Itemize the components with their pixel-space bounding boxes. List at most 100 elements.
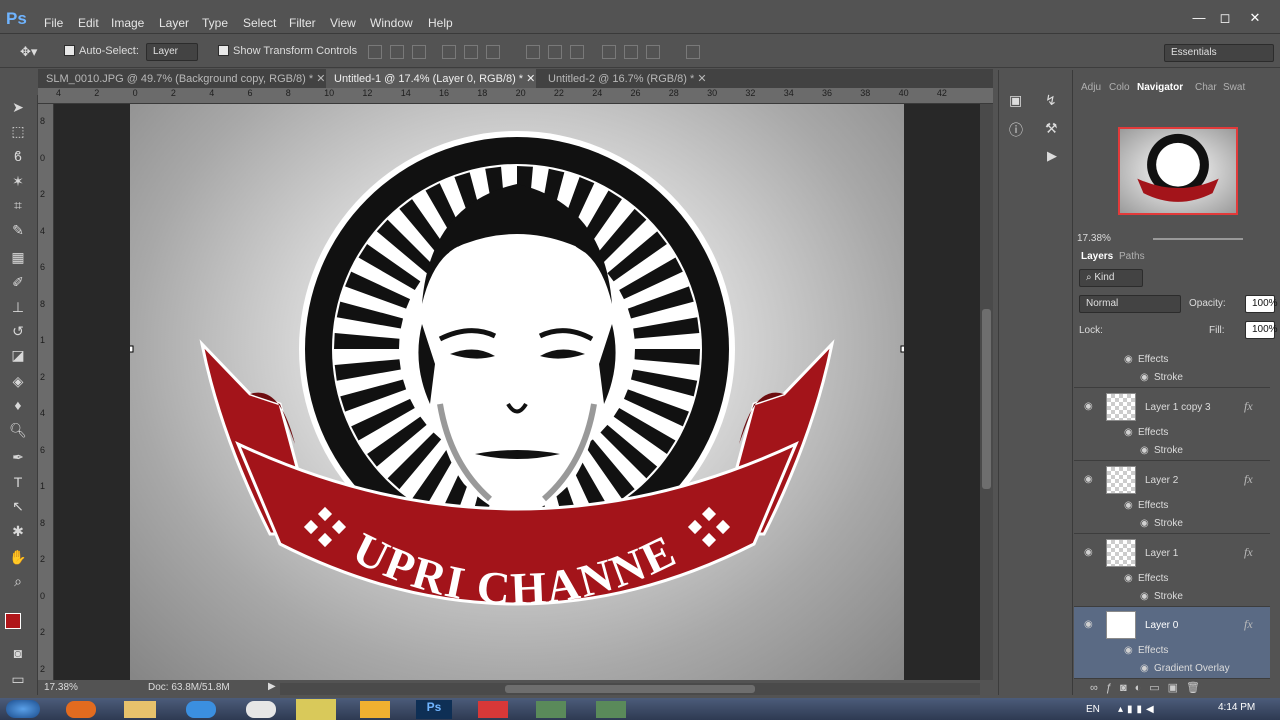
opacity-input[interactable]: 100% bbox=[1245, 295, 1278, 313]
crop-tool-icon[interactable]: ⌗ bbox=[8, 195, 28, 215]
history-icon[interactable]: ↯ bbox=[1045, 92, 1057, 109]
pen-tool-icon[interactable]: ✒ bbox=[8, 447, 28, 467]
visibility-eye-icon[interactable]: ◉ bbox=[1084, 474, 1093, 485]
foreground-color-swatch[interactable] bbox=[5, 613, 21, 629]
visibility-eye-icon[interactable]: ◉ bbox=[1140, 591, 1149, 602]
menu-file[interactable]: File bbox=[44, 16, 63, 30]
tab-layers[interactable]: Layers bbox=[1081, 251, 1113, 262]
pen-app-icon[interactable] bbox=[360, 701, 390, 718]
menu-type[interactable]: Type bbox=[202, 16, 228, 30]
media-player-icon[interactable] bbox=[246, 701, 276, 718]
blend-mode-dropdown[interactable]: Normal bbox=[1079, 295, 1181, 313]
history-brush-tool-icon[interactable]: ↺ bbox=[8, 321, 28, 341]
layer-row[interactable]: ◉ Layer 1 fx ◉ Effects ◉ Stroke bbox=[1074, 535, 1270, 607]
visibility-eye-icon[interactable]: ◉ bbox=[1140, 663, 1149, 674]
magic-wand-tool-icon[interactable]: ✶ bbox=[8, 171, 28, 191]
transform-handle-right[interactable] bbox=[900, 345, 908, 353]
navigator-zoom[interactable]: 17.38% bbox=[1077, 233, 1111, 244]
move-tool-icon[interactable]: ➤ bbox=[8, 97, 28, 117]
zoom-level[interactable]: 17.38% bbox=[44, 682, 78, 693]
visibility-eye-icon[interactable]: ◉ bbox=[1140, 518, 1149, 529]
align-right-icon[interactable] bbox=[486, 45, 500, 59]
clock[interactable]: 4:14 PM bbox=[1218, 702, 1255, 713]
restore-button[interactable]: ◻ bbox=[1214, 10, 1236, 26]
distribute-bottom-icon[interactable] bbox=[570, 45, 584, 59]
fx-icon[interactable]: fx bbox=[1244, 472, 1253, 487]
fx-icon[interactable]: fx bbox=[1244, 545, 1253, 560]
align-bottom-icon[interactable] bbox=[412, 45, 426, 59]
tab-swatches[interactable]: Swat bbox=[1223, 82, 1245, 93]
screen-mode-icon[interactable]: ▭ bbox=[8, 669, 28, 689]
language-indicator[interactable]: EN bbox=[1086, 704, 1100, 715]
visibility-eye-icon[interactable]: ◉ bbox=[1084, 619, 1093, 630]
menu-image[interactable]: Image bbox=[111, 16, 144, 30]
menu-select[interactable]: Select bbox=[243, 16, 276, 30]
scroll-thumb[interactable] bbox=[982, 309, 991, 489]
visibility-eye-icon[interactable]: ◉ bbox=[1140, 372, 1149, 383]
fill-input[interactable]: 100% bbox=[1245, 321, 1278, 339]
layer-name[interactable]: Layer 0 bbox=[1145, 620, 1178, 631]
explorer-folder-icon[interactable] bbox=[124, 701, 156, 718]
visibility-eye-icon[interactable]: ◉ bbox=[1140, 445, 1149, 456]
layer-name[interactable]: Layer 1 copy 3 bbox=[1145, 402, 1211, 413]
path-selection-tool-icon[interactable]: ↖ bbox=[8, 496, 28, 516]
layers-footer-toolbar[interactable]: ∞ƒ◙◐▭▣🗑︎ bbox=[1074, 681, 1270, 695]
stamp-tool-icon[interactable]: ⊥ bbox=[8, 297, 28, 317]
system-tray-icons[interactable]: ▴▮▮◀ bbox=[1118, 704, 1158, 715]
eraser-tool-icon[interactable]: ◪ bbox=[8, 345, 28, 365]
menu-edit[interactable]: Edit bbox=[78, 16, 99, 30]
align-hcenter-icon[interactable] bbox=[464, 45, 478, 59]
align-vcenter-icon[interactable] bbox=[390, 45, 404, 59]
menu-view[interactable]: View bbox=[330, 16, 356, 30]
visibility-eye-icon[interactable]: ◉ bbox=[1084, 547, 1093, 558]
photoshop-taskbar-icon[interactable]: Ps bbox=[416, 700, 452, 719]
presentation-icon[interactable] bbox=[478, 701, 508, 718]
actions-play-icon[interactable]: ▶ bbox=[1047, 148, 1057, 164]
layer-name[interactable]: Layer 1 bbox=[1145, 548, 1178, 559]
menu-help[interactable]: Help bbox=[428, 16, 453, 30]
tab-color[interactable]: Colo bbox=[1109, 82, 1130, 93]
healing-brush-tool-icon[interactable]: ▦ bbox=[8, 247, 28, 267]
tab-navigator[interactable]: Navigator bbox=[1137, 82, 1183, 93]
vertical-scrollbar[interactable] bbox=[980, 104, 993, 680]
align-top-icon[interactable] bbox=[368, 45, 382, 59]
visibility-eye-icon[interactable]: ◉ bbox=[1084, 401, 1093, 412]
transform-handle-left[interactable] bbox=[126, 345, 134, 353]
firefox-icon[interactable] bbox=[66, 701, 96, 718]
shape-tool-icon[interactable]: ✱ bbox=[8, 521, 28, 541]
auto-align-icon[interactable] bbox=[686, 45, 700, 59]
close-icon[interactable]: ✕ bbox=[526, 73, 535, 85]
brush-tool-icon[interactable]: ✐ bbox=[8, 272, 28, 292]
eyedropper-tool-icon[interactable]: ✎ bbox=[8, 220, 28, 240]
histogram-icon[interactable]: ▣ bbox=[1009, 92, 1022, 109]
minimize-button[interactable]: — bbox=[1188, 10, 1210, 26]
canvas-document[interactable]: SUPRI CHANNEL bbox=[114, 63, 908, 680]
layer-filter-kind[interactable]: ⌕ Kind bbox=[1079, 269, 1143, 287]
visibility-eye-icon[interactable]: ◉ bbox=[1124, 354, 1133, 365]
tool-presets-icon[interactable]: ⚒ bbox=[1045, 120, 1058, 137]
distribute-right-icon[interactable] bbox=[646, 45, 660, 59]
distribute-top-icon[interactable] bbox=[526, 45, 540, 59]
tab-paths[interactable]: Paths bbox=[1119, 251, 1145, 262]
lasso-tool-icon[interactable]: ϐ bbox=[8, 146, 28, 166]
menu-window[interactable]: Window bbox=[370, 16, 413, 30]
auto-select-dropdown[interactable]: Layer bbox=[146, 43, 198, 61]
visibility-eye-icon[interactable]: ◉ bbox=[1124, 573, 1133, 584]
status-menu-arrow-icon[interactable]: ▶ bbox=[268, 681, 276, 692]
hand-tool-icon[interactable]: ✋ bbox=[8, 547, 28, 567]
visibility-eye-icon[interactable]: ◉ bbox=[1124, 645, 1133, 656]
layer-row-selected[interactable]: ◉ Layer 0 fx ◉ Effects ◉ Gradient Overla… bbox=[1074, 607, 1270, 679]
tab-slm-0010[interactable]: SLM_0010.JPG @ 49.7% (Background copy, R… bbox=[38, 69, 325, 88]
menu-layer[interactable]: Layer bbox=[159, 16, 189, 30]
fx-icon[interactable]: fx bbox=[1244, 617, 1253, 632]
horizontal-scrollbar[interactable] bbox=[280, 683, 980, 695]
quick-mask-icon[interactable]: ◙ bbox=[8, 643, 28, 663]
distribute-left-icon[interactable] bbox=[602, 45, 616, 59]
dodge-tool-icon[interactable]: 🔍︎ bbox=[8, 420, 28, 440]
scroll-thumb[interactable] bbox=[505, 685, 755, 693]
marquee-tool-icon[interactable]: ⬚ bbox=[8, 121, 28, 141]
align-left-icon[interactable] bbox=[442, 45, 456, 59]
visibility-eye-icon[interactable]: ◉ bbox=[1124, 500, 1133, 511]
layer-row[interactable]: ◉ Layer 1 copy 3 fx ◉ Effects ◉ Stroke bbox=[1074, 389, 1270, 461]
transform-controls-checkbox[interactable]: Show Transform Controls bbox=[218, 45, 357, 57]
